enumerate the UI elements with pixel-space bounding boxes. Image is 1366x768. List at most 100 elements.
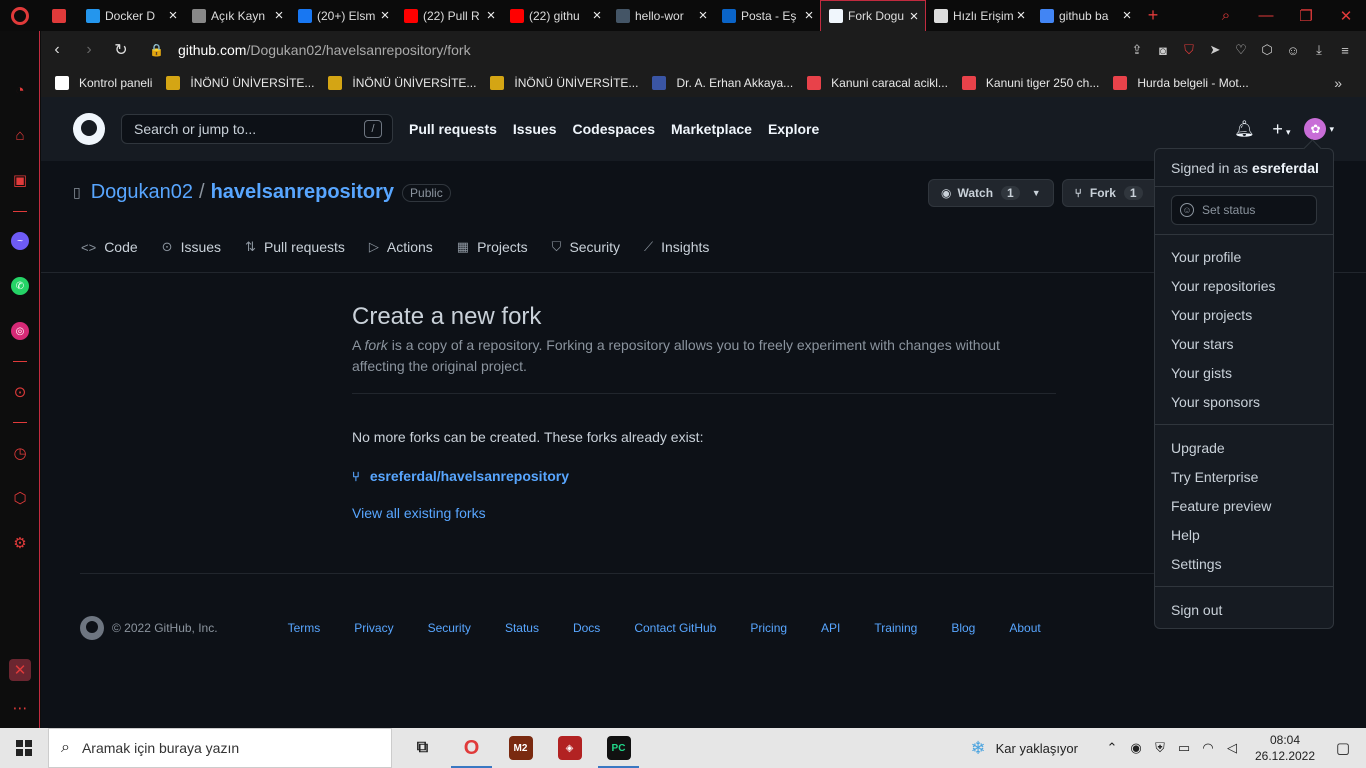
taskbar-app[interactable]: PC <box>594 728 643 768</box>
footer-link-status[interactable]: Status <box>505 621 539 635</box>
tab-issues[interactable]: ⊙ Issues <box>162 239 221 255</box>
menu-item-try-enterprise[interactable]: Try Enterprise <box>1171 469 1258 485</box>
footer-link-security[interactable]: Security <box>428 621 471 635</box>
user-avatar[interactable]: ✿ <box>1304 118 1327 140</box>
tab-insights[interactable]: ⟋ Insights <box>644 239 709 255</box>
footer-link-api[interactable]: API <box>821 621 840 635</box>
menu-item-help[interactable]: Help <box>1171 527 1200 543</box>
search-tabs-icon[interactable]: ⌕ <box>1206 7 1246 24</box>
menu-item-your-profile[interactable]: Your profile <box>1171 249 1241 265</box>
sign-out-item[interactable]: Sign out <box>1171 602 1222 618</box>
avatar-caret-icon[interactable]: ▾ <box>1329 124 1334 135</box>
shopping-bag-icon[interactable]: ⌂ <box>9 124 31 146</box>
send-icon[interactable]: ➤ <box>1202 42 1228 58</box>
github-search-input[interactable]: Search or jump to... / <box>121 114 393 144</box>
menu-item-your-stars[interactable]: Your stars <box>1171 336 1234 352</box>
taskbar-app[interactable]: O <box>447 728 496 768</box>
menu-item-your-repositories[interactable]: Your repositories <box>1171 278 1276 294</box>
close-tab-icon[interactable]: × <box>1014 7 1028 24</box>
nav-marketplace[interactable]: Marketplace <box>671 121 752 137</box>
bookmark-item[interactable]: Dr. A. Erhan Akkaya... <box>652 76 793 90</box>
bookmark-item[interactable]: Kanuni tiger 250 ch... <box>961 76 1099 90</box>
new-tab-button[interactable]: + <box>1138 5 1168 26</box>
extensions-cube-icon[interactable]: ⬡ <box>1254 42 1280 58</box>
cube-icon[interactable]: ⬡ <box>9 487 31 509</box>
browser-tab[interactable]: (20+) Elsm × <box>290 0 396 31</box>
share-icon[interactable]: ⇪ <box>1124 42 1150 58</box>
repo-owner-link[interactable]: Dogukan02 <box>91 181 193 204</box>
tab-code[interactable]: <> Code <box>81 239 138 255</box>
menu-item-your-sponsors[interactable]: Your sponsors <box>1171 394 1260 410</box>
footer-link-blog[interactable]: Blog <box>951 621 975 635</box>
bookmark-item[interactable]: Kontrol paneli <box>55 76 152 90</box>
view-all-forks-link[interactable]: View all existing forks <box>352 505 486 521</box>
close-tab-icon[interactable]: × <box>378 7 392 24</box>
browser-tab[interactable]: (22) Pull R × <box>396 0 502 31</box>
camera-icon[interactable]: ◙ <box>1150 43 1176 58</box>
browser-tab[interactable]: hello-wor × <box>608 0 714 31</box>
whatsapp-icon[interactable]: ✆ <box>9 275 31 297</box>
bookmark-item[interactable]: İNÖNÜ ÜNİVERSİTE... <box>166 76 314 90</box>
existing-fork-link[interactable]: ⑂ esreferdal/havelsanrepository <box>352 468 569 484</box>
account-icon[interactable]: ☺ <box>1280 43 1306 58</box>
more-bookmarks-icon[interactable]: » <box>1334 75 1342 91</box>
settings-gear-icon[interactable]: ⚙ <box>9 532 31 554</box>
watch-button[interactable]: ◉ Watch 1 ▼ <box>928 179 1054 207</box>
footer-link-about[interactable]: About <box>1009 621 1040 635</box>
fork-button[interactable]: ⑂ Fork 1 <box>1061 179 1162 207</box>
reload-icon[interactable]: ↻ <box>105 40 137 60</box>
more-icon[interactable]: ⋯ <box>9 697 31 719</box>
minimize-icon[interactable]: — <box>1246 7 1286 24</box>
nav-codespaces[interactable]: Codespaces <box>573 121 655 137</box>
close-tab-icon[interactable]: × <box>166 7 180 24</box>
back-icon[interactable]: ‹ <box>41 41 73 59</box>
restore-icon[interactable]: ❐ <box>1286 7 1326 25</box>
menu-item-settings[interactable]: Settings <box>1171 556 1222 572</box>
nav-pull-requests[interactable]: Pull requests <box>409 121 497 137</box>
start-button[interactable] <box>0 728 48 768</box>
weather-widget[interactable]: ❄ Kar yaklaşıyor <box>971 738 1078 759</box>
bookmark-item[interactable]: Hurda belgeli - Mot... <box>1113 76 1249 90</box>
browser-tab[interactable]: Fork Dogu × <box>820 0 926 31</box>
menu-item-feature-preview[interactable]: Feature preview <box>1171 498 1271 514</box>
tab-security[interactable]: ⛉ Security <box>552 239 620 255</box>
browser-tab[interactable]: Docker D × <box>78 0 184 31</box>
history-icon[interactable]: ◷ <box>9 442 31 464</box>
twitch-icon[interactable]: ▣ <box>9 169 31 191</box>
taskbar-app[interactable]: ⧉ <box>398 728 447 768</box>
taskbar-app[interactable]: ◈ <box>545 728 594 768</box>
url-field[interactable]: 🔒 github.com/Dogukan02/havelsanrepositor… <box>149 42 471 58</box>
forward-icon[interactable]: › <box>73 41 105 59</box>
player-icon[interactable]: ⊙ <box>9 381 31 403</box>
tab-pull-requests[interactable]: ⇅ Pull requests <box>245 239 345 255</box>
github-footer-logo-icon[interactable] <box>80 616 104 640</box>
messenger-icon[interactable]: ~ <box>9 230 31 252</box>
menu-item-your-projects[interactable]: Your projects <box>1171 307 1252 323</box>
nav-issues[interactable]: Issues <box>513 121 557 137</box>
tools-icon[interactable]: ✕ <box>9 659 31 681</box>
easy-setup-icon[interactable]: ≡ <box>1332 43 1358 58</box>
vpn-shield-icon[interactable]: ⛉ <box>1176 42 1202 58</box>
footer-link-docs[interactable]: Docs <box>573 621 600 635</box>
webcam-icon[interactable]: ◉ <box>1124 740 1148 756</box>
close-tab-icon[interactable]: × <box>590 7 604 24</box>
volume-icon[interactable]: ◁ <box>1220 740 1244 756</box>
create-new-plus-icon[interactable]: + ▾ <box>1272 119 1290 140</box>
signed-in-as[interactable]: Signed in as esreferdal <box>1171 160 1319 176</box>
nav-explore[interactable]: Explore <box>768 121 819 137</box>
close-tab-icon[interactable]: × <box>1120 7 1134 24</box>
browser-tab[interactable]: (22) githu × <box>502 0 608 31</box>
menu-item-your-gists[interactable]: Your gists <box>1171 365 1232 381</box>
browser-tab[interactable]: Açık Kayn × <box>184 0 290 31</box>
wifi-icon[interactable]: ◠ <box>1196 740 1220 756</box>
bookmark-item[interactable]: İNÖNÜ ÜNİVERSİTE... <box>328 76 476 90</box>
tab-projects[interactable]: ▦ Projects <box>457 239 528 255</box>
taskbar-app[interactable]: M2 <box>496 728 545 768</box>
opera-menu-button[interactable] <box>0 0 40 31</box>
browser-tab[interactable]: Posta - Eş × <box>714 0 820 31</box>
clock[interactable]: 08:04 26.12.2022 <box>1250 732 1320 764</box>
footer-link-privacy[interactable]: Privacy <box>354 621 393 635</box>
close-tab-icon[interactable]: × <box>696 7 710 24</box>
close-window-icon[interactable]: ✕ <box>1326 7 1366 25</box>
battery-icon[interactable]: ▭ <box>1172 740 1196 756</box>
